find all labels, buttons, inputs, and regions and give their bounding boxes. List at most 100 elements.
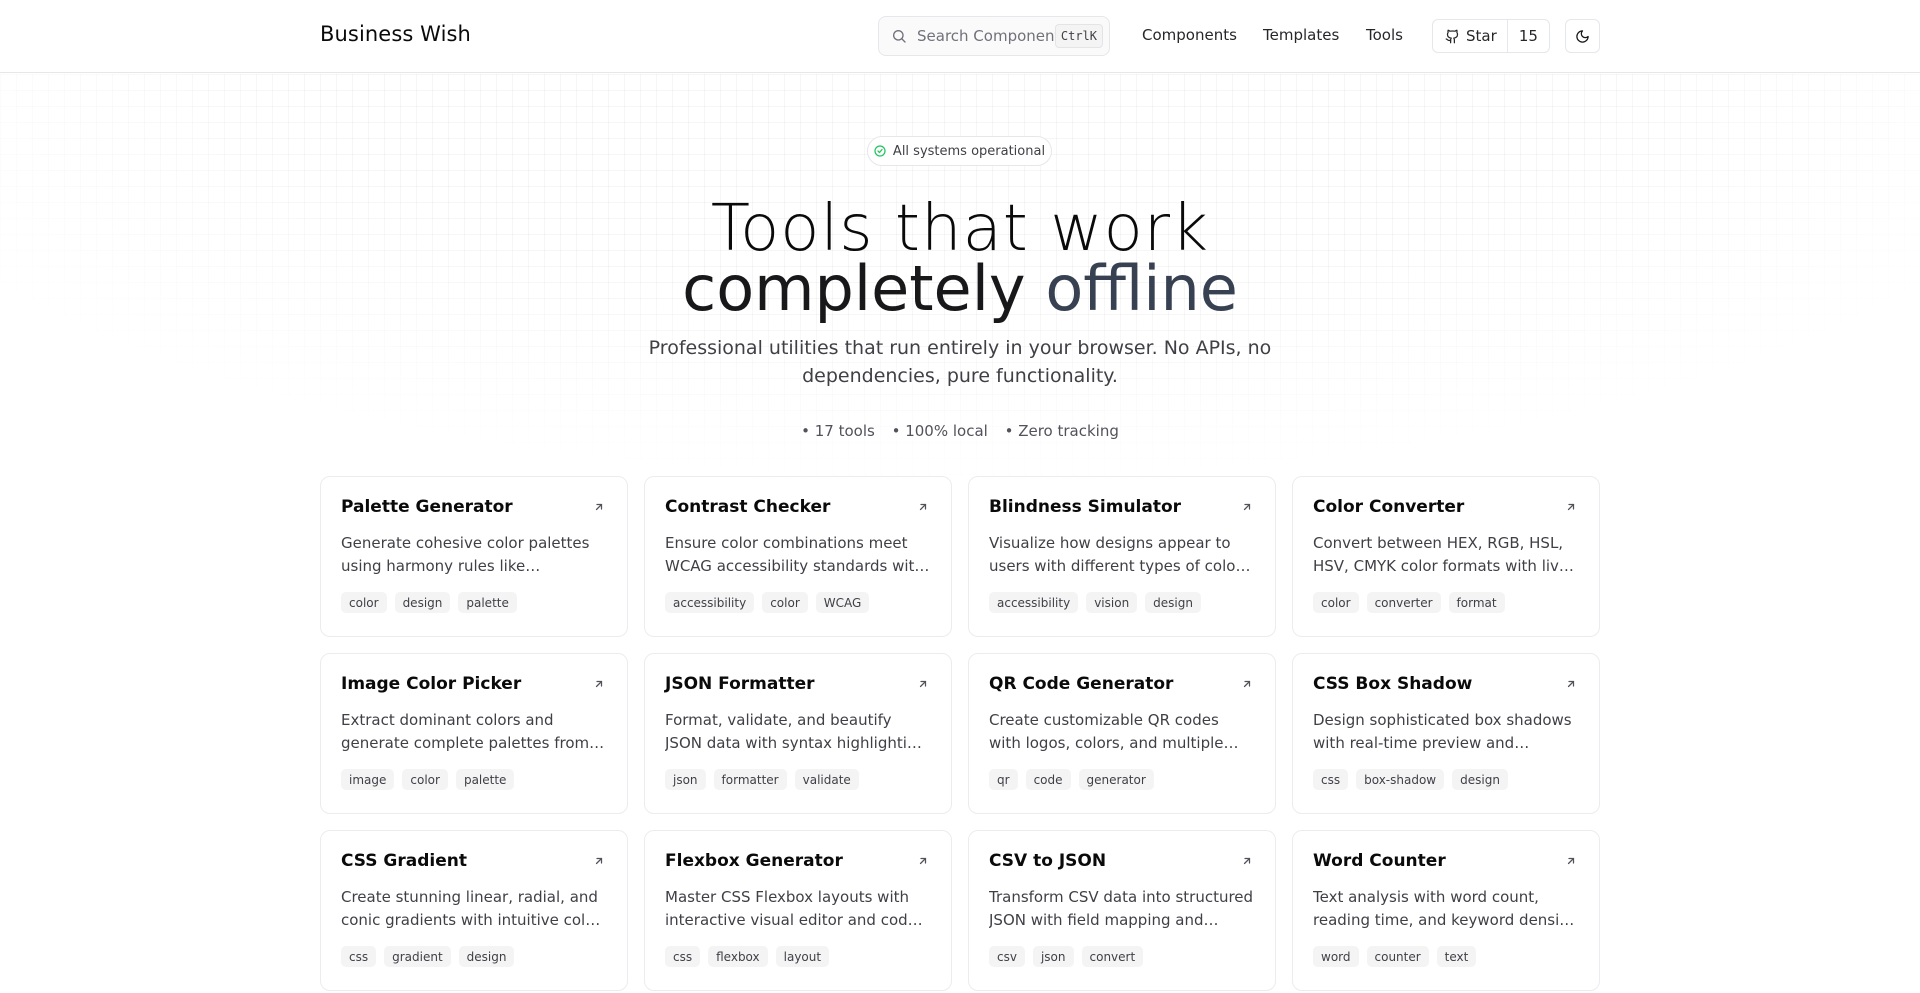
brand-logo-link[interactable]: Business Wish xyxy=(320,22,471,46)
tool-card-title: Flexbox Generator xyxy=(665,851,843,871)
tag-badge: accessibility xyxy=(989,592,1079,613)
arrow-up-right-icon xyxy=(1567,857,1575,865)
tag-badge: design xyxy=(1145,592,1201,613)
star-count[interactable]: 15 xyxy=(1508,20,1549,52)
tool-card-contrast-checker[interactable]: Contrast Checker Ensure color combinatio… xyxy=(644,476,952,637)
tag-badge: palette xyxy=(458,592,517,613)
tag-badge: json xyxy=(1032,946,1074,967)
tool-card-title: QR Code Generator xyxy=(989,674,1174,694)
tag-badge: color xyxy=(402,769,448,790)
tool-card-tags: color design palette xyxy=(341,592,607,613)
arrow-up-right-icon xyxy=(595,857,603,865)
stat-tracking: • Zero tracking xyxy=(1004,422,1119,440)
nav-components[interactable]: Components xyxy=(1142,26,1237,44)
tool-card-title: Contrast Checker xyxy=(665,497,831,517)
tool-card-title: Color Converter xyxy=(1313,497,1465,517)
tag-badge: csv xyxy=(989,946,1025,967)
tool-card-tags: accessibility vision design xyxy=(989,592,1255,613)
tool-card-description: Ensure color combinations meet WCAG acce… xyxy=(665,534,924,575)
hero-subtitle: Professional utilities that run entirely… xyxy=(648,337,1272,387)
tool-card-description: Design sophisticated box shadows with re… xyxy=(1313,711,1572,752)
tool-card-image-color-picker[interactable]: Image Color Picker Extract dominant colo… xyxy=(320,653,628,814)
tool-card-title: CSS Box Shadow xyxy=(1313,674,1473,694)
tool-card-title: Blindness Simulator xyxy=(989,497,1182,517)
tool-card-description: Create stunning linear, radial, and coni… xyxy=(341,888,601,929)
tag-badge: word xyxy=(1313,946,1359,967)
tool-card-tags: css flexbox layout xyxy=(665,946,931,967)
tool-card-title: CSV to JSON xyxy=(989,851,1107,871)
tool-card-word-counter[interactable]: Word Counter Text analysis with word cou… xyxy=(1292,830,1600,991)
tag-badge: layout xyxy=(775,946,830,967)
tag-badge: qr xyxy=(989,769,1018,790)
tool-card-description: Transform CSV data into structured JSON … xyxy=(989,888,1254,929)
status-text: All systems operational xyxy=(892,143,1046,159)
nav-templates[interactable]: Templates xyxy=(1263,26,1339,44)
arrow-up-right-icon xyxy=(1243,503,1251,511)
search-icon xyxy=(893,30,906,43)
tool-card-flexbox-generator[interactable]: Flexbox Generator Master CSS Flexbox lay… xyxy=(644,830,952,991)
tool-card-grid: Palette Generator Generate cohesive colo… xyxy=(320,476,1600,991)
nav-tools[interactable]: Tools xyxy=(1366,26,1403,44)
arrow-up-right-icon xyxy=(1243,680,1251,688)
arrow-up-right-icon xyxy=(1567,680,1575,688)
tool-card-title: CSS Gradient xyxy=(341,851,467,871)
tag-badge: color xyxy=(1313,592,1359,613)
tag-badge: convert xyxy=(1081,946,1144,967)
tool-card-title: Palette Generator xyxy=(341,497,513,517)
arrow-up-right-icon xyxy=(919,503,927,511)
hero-title-soft: offline xyxy=(1045,252,1238,325)
tag-badge: generator xyxy=(1078,769,1154,790)
github-star-button[interactable]: Star xyxy=(1433,20,1508,52)
tag-badge: design xyxy=(458,946,515,967)
tag-badge: WCAG xyxy=(815,592,870,613)
tool-card-tags: image color palette xyxy=(341,769,607,790)
tag-badge: validate xyxy=(794,769,859,790)
arrow-up-right-icon xyxy=(595,680,603,688)
tool-card-css-gradient[interactable]: CSS Gradient Create stunning linear, rad… xyxy=(320,830,628,991)
tool-card-blindness-simulator[interactable]: Blindness Simulator Visualize how design… xyxy=(968,476,1276,637)
tool-card-tags: csv json convert xyxy=(989,946,1255,967)
moon-icon xyxy=(1576,29,1589,43)
tag-badge: vision xyxy=(1086,592,1138,613)
tool-card-tags: qr code generator xyxy=(989,769,1255,790)
tag-badge: converter xyxy=(1366,592,1441,613)
tool-card-description: Master CSS Flexbox layouts with interact… xyxy=(665,888,917,929)
stat-tools: • 17 tools xyxy=(801,422,875,440)
tool-card-description: Visualize how designs appear to users wi… xyxy=(989,534,1242,575)
tag-badge: design xyxy=(1452,769,1508,790)
tool-card-qr-code-generator[interactable]: QR Code Generator Create customizable QR… xyxy=(968,653,1276,814)
hero-title-strong: completely xyxy=(682,252,1026,325)
tag-badge: format xyxy=(1448,592,1505,613)
tool-card-json-formatter[interactable]: JSON Formatter Format, validate, and bea… xyxy=(644,653,952,814)
tool-card-title: JSON Formatter xyxy=(665,674,815,694)
tool-card-description: Extract dominant colors and generate com… xyxy=(341,711,590,752)
tool-card-tags: json formatter validate xyxy=(665,769,931,790)
tool-card-css-box-shadow[interactable]: CSS Box Shadow Design sophisticated box … xyxy=(1292,653,1600,814)
tag-badge: box-shadow xyxy=(1356,769,1445,790)
arrow-up-right-icon xyxy=(595,503,603,511)
tag-badge: counter xyxy=(1366,946,1429,967)
tool-card-color-converter[interactable]: Color Converter Convert between HEX, RGB… xyxy=(1292,476,1600,637)
tool-card-tags: color converter format xyxy=(1313,592,1579,613)
github-star-group: Star 15 xyxy=(1432,19,1550,53)
search-input[interactable]: Search Components CtrlK xyxy=(878,16,1110,56)
tool-card-description: Format, validate, and beautify JSON data… xyxy=(665,711,926,752)
arrow-up-right-icon xyxy=(1243,857,1251,865)
hero-stats: • 17 tools • 100% local • Zero tracking xyxy=(0,422,1920,440)
tool-card-description: Text analysis with word count, reading t… xyxy=(1313,888,1575,929)
tool-card-csv-to-json[interactable]: CSV to JSON Transform CSV data into stru… xyxy=(968,830,1276,991)
search-shortcut-kbd: CtrlK xyxy=(1054,24,1103,48)
tool-card-description: Convert between HEX, RGB, HSL, HSV, CMYK… xyxy=(1313,534,1569,575)
theme-toggle-button[interactable] xyxy=(1565,19,1600,53)
tag-badge: palette xyxy=(455,769,515,790)
tag-badge: color xyxy=(341,592,387,613)
status-badge: All systems operational xyxy=(867,136,1052,166)
tool-card-palette-generator[interactable]: Palette Generator Generate cohesive colo… xyxy=(320,476,628,637)
star-label: Star xyxy=(1466,27,1497,45)
stat-local: • 100% local xyxy=(891,422,988,440)
top-header: Business Wish Search Components CtrlK Co… xyxy=(0,0,1920,73)
arrow-up-right-icon xyxy=(919,857,927,865)
tool-card-tags: css gradient design xyxy=(341,946,607,967)
tag-badge: color xyxy=(762,592,808,613)
tag-badge: design xyxy=(394,592,451,613)
